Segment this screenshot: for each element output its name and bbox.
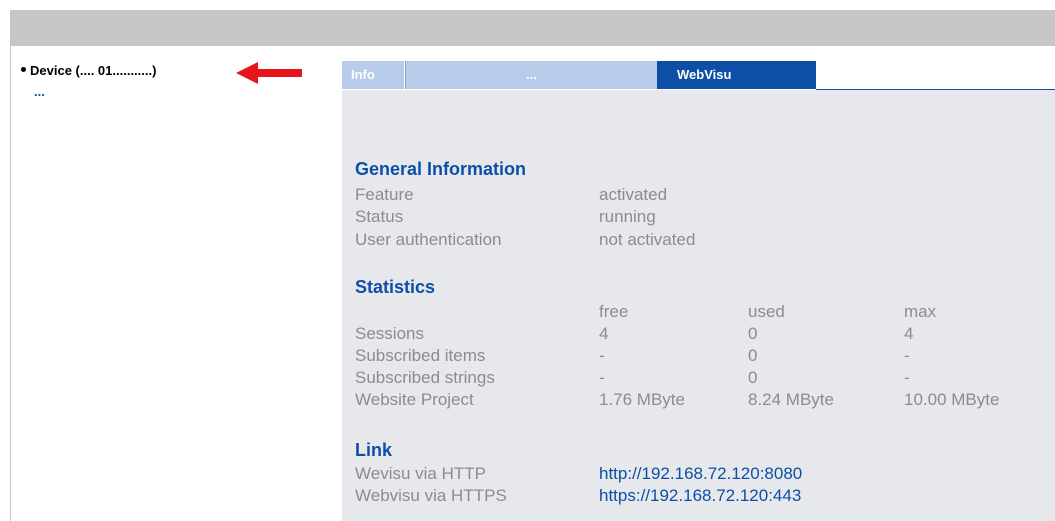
tab-bar: Info ... WebVisu bbox=[342, 61, 1055, 90]
link-heading: Link bbox=[355, 440, 393, 460]
header-max: max bbox=[904, 302, 937, 321]
general-information-heading: General Information bbox=[355, 159, 527, 179]
stats-row-sessions: Sessions 4 0 4 bbox=[355, 324, 1055, 346]
statistics-heading: Statistics bbox=[355, 277, 436, 297]
row-label: Wevisu via HTTP bbox=[355, 464, 486, 483]
cell-max: - bbox=[904, 368, 910, 387]
http-link[interactable]: http://192.168.72.120:8080 bbox=[599, 464, 802, 484]
row-label: Website Project bbox=[355, 390, 474, 409]
info-row-status: Status running bbox=[355, 207, 1055, 229]
device-panel: Info ... WebVisu General Information Fea… bbox=[342, 61, 1055, 521]
header-used: used bbox=[748, 302, 785, 321]
cell-free: - bbox=[599, 368, 605, 387]
bullet-icon bbox=[21, 67, 26, 73]
row-label: Webvisu via HTTPS bbox=[355, 486, 507, 505]
cell-free: - bbox=[599, 346, 605, 365]
webvisu-content: General Information Feature activated St… bbox=[342, 90, 1055, 521]
info-row-user-auth: User authentication not activated bbox=[355, 230, 1055, 252]
cell-max: 4 bbox=[904, 324, 914, 343]
stats-row-subscribed-strings: Subscribed strings - 0 - bbox=[355, 368, 1055, 390]
row-label: Subscribed items bbox=[355, 346, 486, 365]
header-free: free bbox=[599, 302, 629, 321]
row-label: Subscribed strings bbox=[355, 368, 495, 387]
tab-webvisu[interactable]: WebVisu bbox=[657, 61, 816, 89]
left-divider bbox=[10, 46, 11, 521]
tree-item-child[interactable]: ... bbox=[34, 84, 45, 99]
cell-used: 0 bbox=[748, 324, 758, 343]
row-label: Sessions bbox=[355, 324, 424, 343]
row-value: activated bbox=[599, 185, 668, 204]
stats-row-website-project: Website Project 1.76 MByte 8.24 MByte 10… bbox=[355, 390, 1055, 412]
cell-used: 8.24 MByte bbox=[748, 390, 834, 409]
cell-free: 1.76 MByte bbox=[599, 390, 685, 409]
https-link[interactable]: https://192.168.72.120:443 bbox=[599, 486, 801, 506]
link-row-https: Webvisu via HTTPS https://192.168.72.120… bbox=[355, 486, 1055, 508]
tab-info[interactable]: Info bbox=[342, 61, 405, 89]
top-bar bbox=[10, 10, 1055, 46]
red-arrow-icon bbox=[236, 62, 302, 84]
tree-item-device-label: Device (.... 01...........) bbox=[30, 63, 157, 78]
tab-more[interactable]: ... bbox=[405, 61, 657, 89]
cell-max: - bbox=[904, 346, 910, 365]
cell-max: 10.00 MByte bbox=[904, 390, 1000, 409]
row-label: Feature bbox=[355, 185, 414, 204]
link-row-http: Wevisu via HTTP http://192.168.72.120:80… bbox=[355, 464, 1055, 486]
row-value: not activated bbox=[599, 230, 696, 249]
info-row-feature: Feature activated bbox=[355, 185, 1055, 207]
cell-used: 0 bbox=[748, 368, 758, 387]
cell-free: 4 bbox=[599, 324, 609, 343]
tree-item-device[interactable]: Device (.... 01...........) bbox=[21, 63, 156, 78]
row-value: running bbox=[599, 207, 656, 226]
statistics-header-row: free used max bbox=[355, 302, 1055, 324]
row-label: Status bbox=[355, 207, 404, 226]
stats-row-subscribed-items: Subscribed items - 0 - bbox=[355, 346, 1055, 368]
cell-used: 0 bbox=[748, 346, 758, 365]
row-label: User authentication bbox=[355, 230, 502, 249]
